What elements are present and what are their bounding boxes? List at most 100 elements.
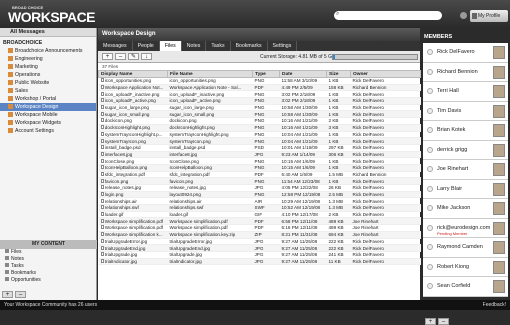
remove-file-button[interactable]: – — [115, 53, 126, 60]
table-row[interactable]: Workspace Application Not... Workspace Ap… — [98, 84, 421, 92]
sidebar-item[interactable]: Marketing — [0, 63, 96, 71]
member-item[interactable]: Robert Kiong — [423, 257, 508, 277]
member-item[interactable]: Terri Hall — [423, 82, 508, 102]
table-row[interactable]: trialUpgradeError.jpg trialUpgradeError.j… — [98, 238, 421, 246]
table-cell: Workspace Application Note - Sal... — [167, 84, 253, 92]
member-item[interactable]: Joe Rinehart — [423, 160, 508, 180]
table-row[interactable]: interface8.jpg interface8.jpg JPG 9:23 AM 1… — [98, 151, 421, 159]
folder-icon — [8, 80, 13, 86]
column-header[interactable]: Date — [279, 70, 327, 78]
tab[interactable]: Notes — [182, 41, 207, 51]
table-row[interactable]: sugar_icon_small.png sugar_icon_small.png… — [98, 110, 421, 119]
edit-file-button[interactable]: ✎ — [128, 53, 139, 60]
table-row[interactable]: relationships.air relationships.air AIR 10:… — [98, 197, 421, 206]
my-content-item[interactable]: Notes — [0, 256, 97, 263]
table-row[interactable]: login.png layout0924.png PNG 12:58 PM 12/19… — [98, 191, 421, 199]
table-row[interactable]: dockicon.png dockicon.png PNG 10:16 AM 1/21… — [98, 117, 421, 125]
member-item[interactable]: Sean Corfield — [423, 277, 508, 297]
sidebar-item[interactable]: Engineering — [0, 55, 96, 63]
column-header[interactable]: File Name — [167, 70, 253, 78]
cell-text: 9:27 AM 11/25/08 — [281, 238, 318, 244]
table-cell: login.png — [98, 191, 168, 199]
table-row[interactable]: sugar_icon_large.png sugar_icon_large.png… — [98, 104, 421, 112]
all-messages-link[interactable]: All Messages — [0, 28, 96, 37]
my-profile-button[interactable]: My Profile — [470, 10, 508, 22]
column-header[interactable]: Type — [252, 70, 280, 78]
table-row[interactable]: trialUpgrade.jpg trialUpgrade.jpg JPG 9:27 … — [98, 251, 421, 259]
member-item[interactable]: Richard Bennion — [423, 62, 508, 82]
feedback-link[interactable]: Feedback! — [483, 300, 506, 310]
tab[interactable]: Files — [159, 41, 182, 51]
file-icon — [100, 138, 104, 143]
table-row[interactable]: install_badge.psd install_badge.psd PSD 10:… — [98, 144, 421, 152]
table-row[interactable]: icon_uploadF_active.png icon_uploadF_acti… — [98, 97, 421, 105]
table-cell: layout0924.png — [167, 191, 253, 199]
member-item[interactable]: rick@eurodesign.com Pending Member — [423, 218, 508, 238]
member-item[interactable]: Rick DelFavero — [423, 43, 508, 63]
my-content-item[interactable]: Opportunities — [0, 277, 97, 284]
table-row[interactable]: trialIndicator.jpg trialIndicator.jpg JPG 9… — [98, 258, 421, 266]
sidebar-item[interactable]: Operations — [0, 71, 96, 79]
member-item[interactable]: Raymond Camden — [423, 238, 508, 258]
tree-root[interactable]: BROADCHOICE — [0, 39, 96, 47]
my-content-item[interactable]: Tasks — [0, 263, 97, 270]
member-item[interactable]: Mike Jackson — [423, 199, 508, 219]
table-row[interactable]: favicon.png favicon.png PNG 11:54 AM 12/23/… — [98, 177, 421, 185]
tab[interactable]: Messages — [98, 41, 133, 51]
table-row[interactable]: sfdc_integration.pdf sfdc_integration.pdf… — [98, 171, 421, 179]
sidebar-item[interactable]: Workspace Mobile — [0, 111, 96, 119]
table-cell: sugar_icon_large.png — [167, 104, 253, 112]
remove-button[interactable]: – — [15, 291, 26, 298]
sidebar-item[interactable]: Workshop / Portal — [0, 95, 96, 103]
remove-member-button[interactable]: – — [438, 318, 449, 325]
search-input[interactable]: ⌕ — [334, 11, 442, 20]
table-row[interactable]: dockIconHighlight.png dockIconHighlight.p… — [98, 124, 421, 132]
member-item[interactable]: derrick grigg — [423, 140, 508, 160]
cell-text: login.png — [104, 192, 124, 198]
table-cell: Rick DelFavero — [350, 197, 421, 206]
cell-text: 1 KB — [328, 91, 339, 97]
sidebar-item[interactable]: Account Settings — [0, 127, 96, 135]
table-row[interactable]: trialUpgradeEnd.jpg trialUpgradeEnd.jpg JP… — [98, 244, 421, 252]
column-header[interactable]: Size — [326, 70, 351, 78]
my-content-item[interactable]: Files — [0, 249, 97, 256]
table-row[interactable]: Workspace simplification.pdf Workspace si… — [98, 224, 421, 232]
column-header[interactable]: Display Name — [98, 70, 168, 78]
table-row[interactable]: icon_uploadF_inactive.png icon_uploadF_in… — [98, 90, 421, 99]
column-header[interactable]: Owner — [350, 70, 421, 78]
table-row[interactable]: loader.gif loader.gif GIF 4:10 PM 12/17/08 2… — [98, 211, 421, 219]
table-row[interactable]: relationships.swf relationships.swf SWF 10:… — [98, 204, 421, 212]
table-row[interactable]: Workspace simplification.pdf Workspace si… — [98, 217, 421, 226]
tab[interactable]: People — [133, 41, 160, 51]
tab[interactable]: Settings — [268, 41, 298, 51]
table-cell: 10:04 AM 1/21/09 — [279, 137, 327, 145]
table-row[interactable]: icon_opportunities.png icon_opportunities… — [98, 77, 421, 85]
sidebar-item[interactable]: Public Website — [0, 79, 96, 87]
table-row[interactable]: IconClose.png IconClose.png PNG 10:15 AM 1/… — [98, 157, 421, 165]
table-row[interactable]: systemTrayIconHighlight.p... systemTrayIc… — [98, 131, 421, 139]
sidebar-item[interactable]: Workspace Widgets — [0, 119, 96, 127]
sidebar-item[interactable]: Broadchoice Announcements — [0, 47, 96, 55]
cell-text: icon_uploadF_inactive.png — [104, 91, 160, 97]
download-file-button[interactable]: ↓ — [141, 53, 152, 60]
tab[interactable]: Bookmarks — [231, 41, 268, 51]
add-member-button[interactable]: + — [425, 318, 436, 325]
member-item[interactable]: Brian Kotek — [423, 121, 508, 141]
table-row[interactable]: Workspace simplification k... Workspace s… — [98, 231, 421, 239]
table-row[interactable]: IconHelpBalloon.png IconHelpBalloon.png PN… — [98, 164, 421, 172]
member-item[interactable]: Tim Davis — [423, 101, 508, 121]
my-content-item[interactable]: Bookmarks — [0, 270, 97, 277]
member-item[interactable]: Larry Blair — [423, 179, 508, 199]
add-button[interactable]: + — [2, 291, 13, 298]
table-row[interactable]: systemTrayIcon.png systemTrayIcon.png PNG 1… — [98, 137, 421, 145]
status-icon[interactable] — [460, 12, 467, 19]
add-file-button[interactable]: + — [102, 53, 113, 60]
table-cell: sugar_icon_small.png — [167, 110, 253, 119]
cell-text: Rick DelFavero — [352, 252, 384, 258]
sidebar-item[interactable]: Workspace Design — [0, 103, 96, 111]
sidebar-item[interactable]: Sales — [0, 87, 96, 95]
cell-text: dockIconHighlight.png — [104, 125, 150, 131]
table-cell: trialIndicator.jpg — [167, 258, 253, 266]
tab[interactable]: Tasks — [206, 41, 231, 51]
table-row[interactable]: release_notes.jpg release_notes.jpg JPG 4:0… — [98, 184, 421, 192]
